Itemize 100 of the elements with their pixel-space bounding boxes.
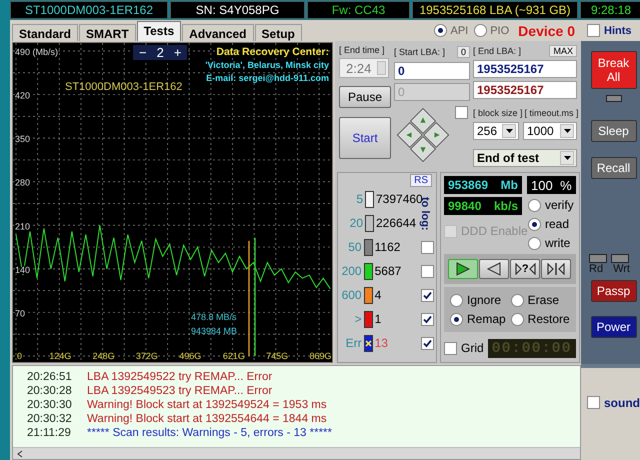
log-checkbox[interactable] — [421, 264, 434, 278]
tab[interactable]: Advanced — [182, 24, 254, 41]
triangle-left-icon — [528, 263, 536, 275]
axis-tick-label: 280 — [15, 178, 30, 188]
count-value: 1162 — [374, 240, 402, 254]
hints-label: Hints — [604, 24, 632, 36]
sleep-button[interactable]: Sleep — [590, 120, 636, 142]
tab[interactable]: SMART — [79, 24, 136, 41]
device-label: Device 0 — [518, 22, 575, 38]
scanned-display: 953869 Mb — [444, 176, 522, 194]
radio-button[interactable] — [510, 294, 524, 306]
reset-button[interactable]: 0 — [456, 46, 470, 58]
action-label: Restore — [528, 312, 570, 326]
bar-icon — [554, 263, 558, 275]
triangle-right-icon — [514, 263, 522, 275]
max-button[interactable]: MAX — [549, 45, 577, 58]
reverse-button[interactable] — [479, 259, 510, 279]
end-action-dropdown[interactable]: End of test — [473, 148, 577, 168]
end-button[interactable] — [541, 259, 572, 279]
tab[interactable]: Setup — [254, 24, 302, 41]
axis-tick-label: 490 (Mb/s) — [15, 47, 58, 57]
status-field: 1953525168 LBA (~931 GB) — [412, 1, 578, 19]
zoom-in-button[interactable]: + — [174, 45, 182, 60]
mode-label: verify — [545, 198, 574, 212]
play-icon — [455, 262, 472, 276]
checkbox[interactable] — [455, 106, 468, 119]
log-checkbox[interactable] — [421, 336, 434, 350]
end-lba-field[interactable]: 1953525167 — [473, 60, 577, 78]
end-time-spinner[interactable]: 2:24 — [339, 58, 389, 78]
block-size-dropdown[interactable]: 256 — [473, 122, 519, 140]
radio-button[interactable] — [528, 236, 541, 250]
radio-button[interactable] — [528, 218, 541, 230]
indicator-light — [589, 254, 607, 263]
axis-tick-label: 0 — [17, 351, 22, 361]
block-size-label: [ block size ] — [473, 108, 523, 118]
latency-label: 50 — [347, 240, 362, 254]
write-label: Wrt — [613, 263, 630, 275]
log-message: LBA 1392549523 try REMAP... Error — [87, 384, 272, 396]
pause-button[interactable]: Pause — [339, 86, 391, 108]
axis-tick-label: 124G — [49, 351, 72, 361]
log-message: Warning! Block start at 1392554644 = 1844 ms — [87, 412, 327, 424]
radio-button[interactable] — [450, 312, 463, 326]
radio-button[interactable] — [474, 24, 488, 37]
axis-tick-label: 420 — [15, 90, 30, 101]
sound-checkbox[interactable] — [587, 396, 600, 409]
zoom-out-button[interactable]: − — [139, 45, 147, 60]
recall-button[interactable]: Recall — [590, 157, 636, 179]
tab[interactable]: Standard — [12, 24, 78, 41]
triangle-left-icon — [558, 263, 566, 275]
latency-label: 5 — [355, 192, 363, 206]
indicator-light — [611, 254, 629, 263]
start-lba-field[interactable]: 0 — [394, 62, 470, 80]
credits-text: E-mail: sergei@hdd-911.com — [206, 73, 329, 83]
radio-label: PIO — [490, 24, 510, 36]
log-time: 20:30:28 — [27, 384, 73, 396]
hints-checkbox[interactable] — [587, 24, 600, 37]
caret-icon — [560, 124, 574, 138]
zoom-value: 2 — [156, 45, 164, 60]
ddd-label: DDD Enable — [461, 224, 528, 238]
log-checkbox[interactable] — [421, 288, 434, 302]
start-button[interactable]: Start — [339, 117, 391, 159]
end-lba-current-field[interactable]: 1953525167 — [473, 81, 577, 100]
power-button[interactable]: Power — [590, 316, 636, 338]
timeout-dropdown[interactable]: 1000 — [523, 122, 577, 140]
password-button[interactable]: Passp — [590, 280, 636, 302]
radio-button[interactable] — [510, 312, 524, 326]
log-checkbox[interactable] — [421, 240, 434, 254]
radio-button[interactable] — [528, 198, 541, 212]
status-field: Fw: CC43 — [307, 1, 410, 19]
mode-label: write — [545, 236, 570, 250]
grid-checkbox[interactable] — [444, 342, 457, 354]
action-label: Erase — [528, 293, 560, 307]
tab[interactable]: Tests — [136, 21, 182, 41]
percent-display: 100 % — [527, 176, 576, 194]
radio-button[interactable] — [434, 24, 448, 37]
status-field: SN: S4Y058PG — [170, 1, 305, 19]
cross-icon — [364, 340, 372, 346]
axis-tick-label: 621G — [222, 351, 245, 361]
latency-label: 20 — [348, 216, 363, 230]
triangle-right-icon — [547, 263, 554, 275]
reset-stats-button[interactable]: RS — [410, 174, 432, 187]
caret-icon — [502, 124, 516, 138]
timeout-label: [ timeout.ms ] — [524, 108, 579, 118]
play-button[interactable] — [448, 259, 478, 279]
triangle-left-icon — [486, 262, 502, 276]
log-checkbox[interactable] — [421, 312, 434, 326]
seek-button[interactable]: ? — [510, 259, 540, 279]
count-value: 4 — [374, 288, 382, 302]
sound-label: sound — [604, 396, 640, 410]
axis-tick-label: 745G — [266, 351, 288, 361]
start-lba-label: [ Start LBA: ] — [394, 47, 446, 57]
status-field: ST1000DM003-1ER162 — [10, 1, 168, 19]
mode-label: read — [545, 217, 570, 231]
credits-title: Data Recovery Center: — [216, 46, 329, 58]
log-time: 21:11:29 — [27, 426, 72, 438]
radio-button[interactable] — [450, 294, 463, 306]
log-time: 20:30:30 — [27, 398, 73, 410]
read-label: Rd — [589, 263, 604, 275]
break-all-button[interactable]: Break All — [590, 51, 636, 89]
horizontal-scrollbar[interactable] — [13, 447, 580, 459]
